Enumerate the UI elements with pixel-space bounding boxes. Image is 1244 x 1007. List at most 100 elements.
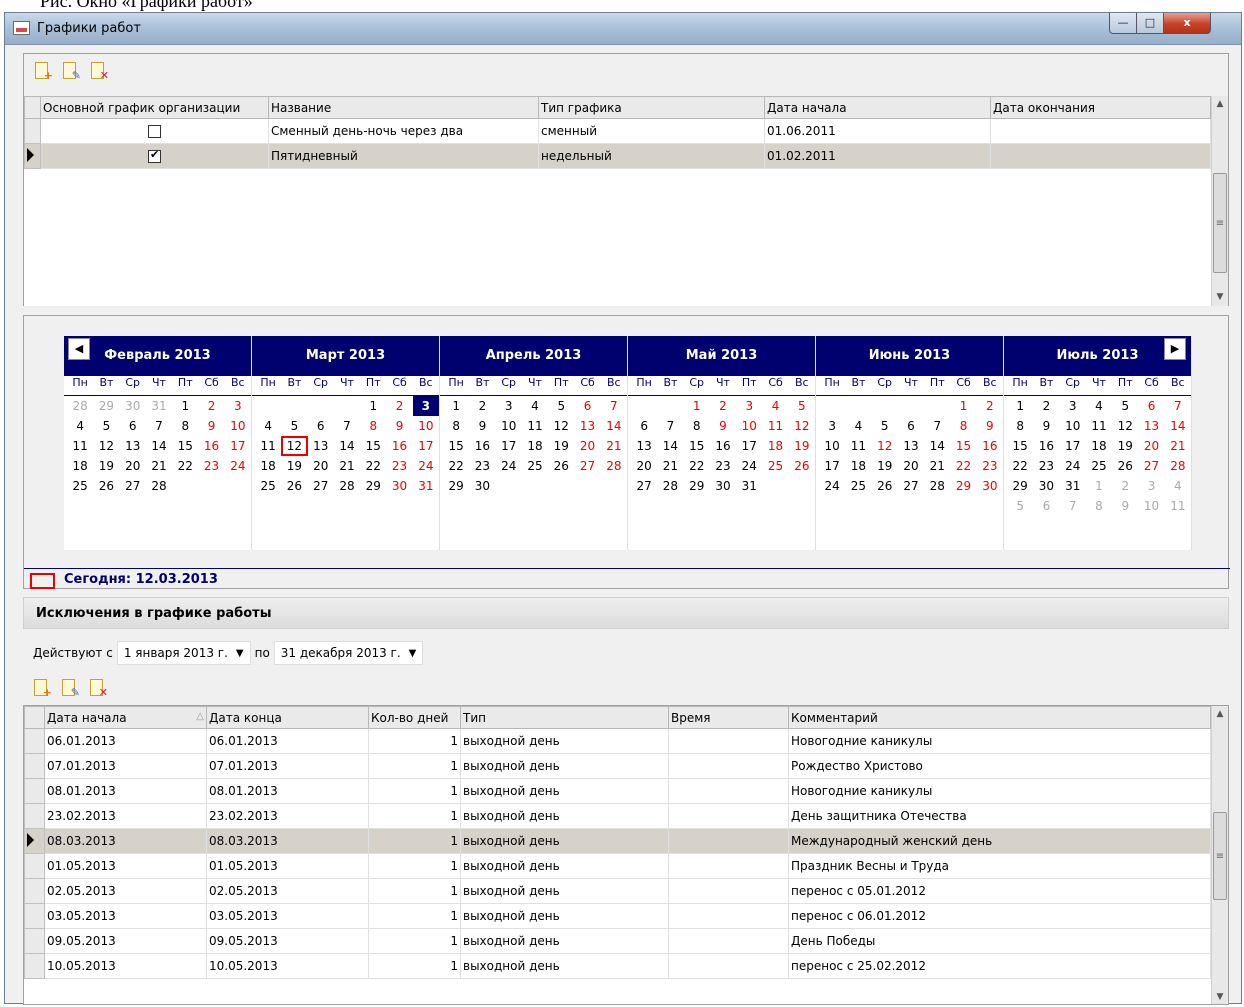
column-header-name[interactable]: Название — [268, 96, 539, 119]
exception-days-cell[interactable]: 1 — [368, 828, 461, 854]
exception-end-cell[interactable]: 09.05.2013 — [206, 928, 369, 954]
day-cell[interactable]: 3 — [1138, 476, 1164, 496]
to-date-picker[interactable]: 31 декабря 2013 г. ▼ — [273, 641, 424, 665]
day-cell[interactable]: 22 — [1007, 456, 1033, 476]
title-bar[interactable]: Графики работ — □ x — [5, 13, 1241, 45]
day-cell[interactable]: 13 — [898, 436, 924, 456]
day-cell[interactable] — [872, 396, 898, 416]
schedule-name-cell[interactable]: Пятидневный — [268, 143, 539, 169]
scroll-down-icon[interactable]: ▼ — [1212, 289, 1228, 306]
day-cell[interactable]: 3 — [496, 396, 522, 416]
exception-time-cell[interactable] — [668, 728, 789, 754]
exception-start-cell[interactable]: 10.05.2013 — [44, 953, 207, 979]
schedule-end-cell[interactable] — [990, 118, 1211, 144]
day-cell[interactable]: 23 — [977, 456, 1003, 476]
day-cell[interactable]: 27 — [898, 476, 924, 496]
exception-time-cell[interactable] — [668, 753, 789, 779]
exception-row[interactable]: 10.05.2013 10.05.2013 1 выходной день перено… — [24, 953, 1211, 979]
column-header-main[interactable]: Основной график организации — [40, 96, 269, 119]
day-cell[interactable]: 9 — [710, 416, 736, 436]
exception-type-cell[interactable]: выходной день — [460, 778, 669, 804]
day-cell[interactable]: 26 — [789, 456, 815, 476]
day-cell[interactable]: 10 — [1138, 496, 1164, 516]
day-cell[interactable]: 2 — [469, 396, 495, 416]
day-cell[interactable]: 23 — [469, 456, 495, 476]
day-cell[interactable] — [334, 396, 360, 416]
column-header-type[interactable]: Тип графика — [538, 96, 765, 119]
row-selector[interactable] — [24, 803, 45, 829]
day-cell[interactable]: 26 — [872, 476, 898, 496]
day-cell[interactable]: 7 — [146, 416, 172, 436]
day-cell[interactable]: 14 — [657, 436, 683, 456]
exception-start-cell[interactable]: 02.05.2013 — [44, 878, 207, 904]
row-selector[interactable] — [24, 953, 45, 979]
today-label[interactable]: Сегодня: 12.03.2013 — [64, 572, 218, 587]
day-cell[interactable]: 8 — [950, 416, 976, 436]
scroll-down-icon[interactable]: ▼ — [1212, 989, 1228, 1004]
day-cell[interactable]: 20 — [898, 456, 924, 476]
row-selector[interactable] — [24, 143, 41, 169]
day-cell[interactable]: 1 — [172, 396, 198, 416]
exception-comment-cell[interactable]: перенос с 06.01.2012 — [788, 903, 1211, 929]
day-cell[interactable]: 5 — [1112, 396, 1138, 416]
exception-type-cell[interactable]: выходной день — [460, 853, 669, 879]
day-cell[interactable] — [789, 476, 815, 496]
day-cell[interactable]: 24 — [496, 456, 522, 476]
day-cell[interactable]: 14 — [334, 436, 360, 456]
main-schedule-cell[interactable] — [40, 143, 269, 169]
day-cell[interactable]: 12 — [789, 416, 815, 436]
day-cell[interactable]: 15 — [950, 436, 976, 456]
exception-row[interactable]: 01.05.2013 01.05.2013 1 выходной день Праздн… — [24, 853, 1211, 879]
day-cell[interactable]: 30 — [977, 476, 1003, 496]
day-cell[interactable]: 1 — [1086, 476, 1112, 496]
day-cell[interactable]: 16 — [198, 436, 224, 456]
exception-start-cell[interactable]: 06.01.2013 — [44, 728, 207, 754]
day-cell[interactable] — [522, 476, 548, 496]
day-cell[interactable]: 10 — [736, 416, 762, 436]
day-cell[interactable]: 31 — [413, 476, 439, 496]
exception-row[interactable]: 09.05.2013 09.05.2013 1 выходной день День П… — [24, 928, 1211, 954]
exception-comment-cell[interactable]: перенос с 25.02.2012 — [788, 953, 1211, 979]
day-cell[interactable]: 27 — [631, 476, 657, 496]
exception-time-cell[interactable] — [668, 928, 789, 954]
day-cell[interactable]: 24 — [225, 456, 251, 476]
day-cell[interactable]: 2 — [710, 396, 736, 416]
column-header-date-start[interactable]: Дата начала △ — [44, 706, 207, 729]
day-cell[interactable]: 17 — [1060, 436, 1086, 456]
day-cell[interactable]: 30 — [120, 396, 146, 416]
day-cell[interactable]: 22 — [684, 456, 710, 476]
day-cell[interactable]: 22 — [950, 456, 976, 476]
exception-comment-cell[interactable]: Праздник Весны и Труда — [788, 853, 1211, 879]
day-cell[interactable]: 11 — [845, 436, 871, 456]
day-cell[interactable] — [601, 476, 627, 496]
day-cell[interactable]: 29 — [93, 396, 119, 416]
day-cell[interactable] — [496, 476, 522, 496]
scroll-thumb[interactable]: ≡ — [1213, 812, 1227, 900]
day-cell[interactable]: 31 — [736, 476, 762, 496]
day-cell[interactable]: 8 — [1007, 416, 1033, 436]
scroll-up-icon[interactable]: ▲ — [1212, 96, 1228, 113]
edit-exception-button[interactable]: ✎ — [59, 677, 81, 699]
day-cell[interactable]: 15 — [1007, 436, 1033, 456]
column-header-days[interactable]: Кол-во дней — [368, 706, 461, 729]
day-cell[interactable]: 27 — [308, 476, 334, 496]
scroll-thumb[interactable]: ≡ — [1213, 173, 1227, 273]
day-cell[interactable]: 18 — [67, 456, 93, 476]
exception-start-cell[interactable]: 07.01.2013 — [44, 753, 207, 779]
day-cell[interactable]: 9 — [386, 416, 412, 436]
day-cell[interactable]: 9 — [469, 416, 495, 436]
day-cell[interactable]: 2 — [386, 396, 412, 416]
day-cell[interactable]: 12 — [1112, 416, 1138, 436]
exception-type-cell[interactable]: выходной день — [460, 878, 669, 904]
day-cell[interactable]: 19 — [548, 436, 574, 456]
day-cell[interactable]: 18 — [845, 456, 871, 476]
day-cell[interactable] — [657, 396, 683, 416]
day-cell[interactable] — [762, 476, 788, 496]
row-selector[interactable] — [24, 853, 45, 879]
today-bar[interactable]: Сегодня: 12.03.2013 — [24, 568, 1230, 589]
exception-days-cell[interactable]: 1 — [368, 953, 461, 979]
exception-start-cell[interactable]: 03.05.2013 — [44, 903, 207, 929]
day-cell[interactable] — [172, 476, 198, 496]
close-button[interactable]: x — [1163, 13, 1211, 34]
schedules-scrollbar[interactable]: ▲ ≡ ▼ — [1211, 96, 1228, 306]
